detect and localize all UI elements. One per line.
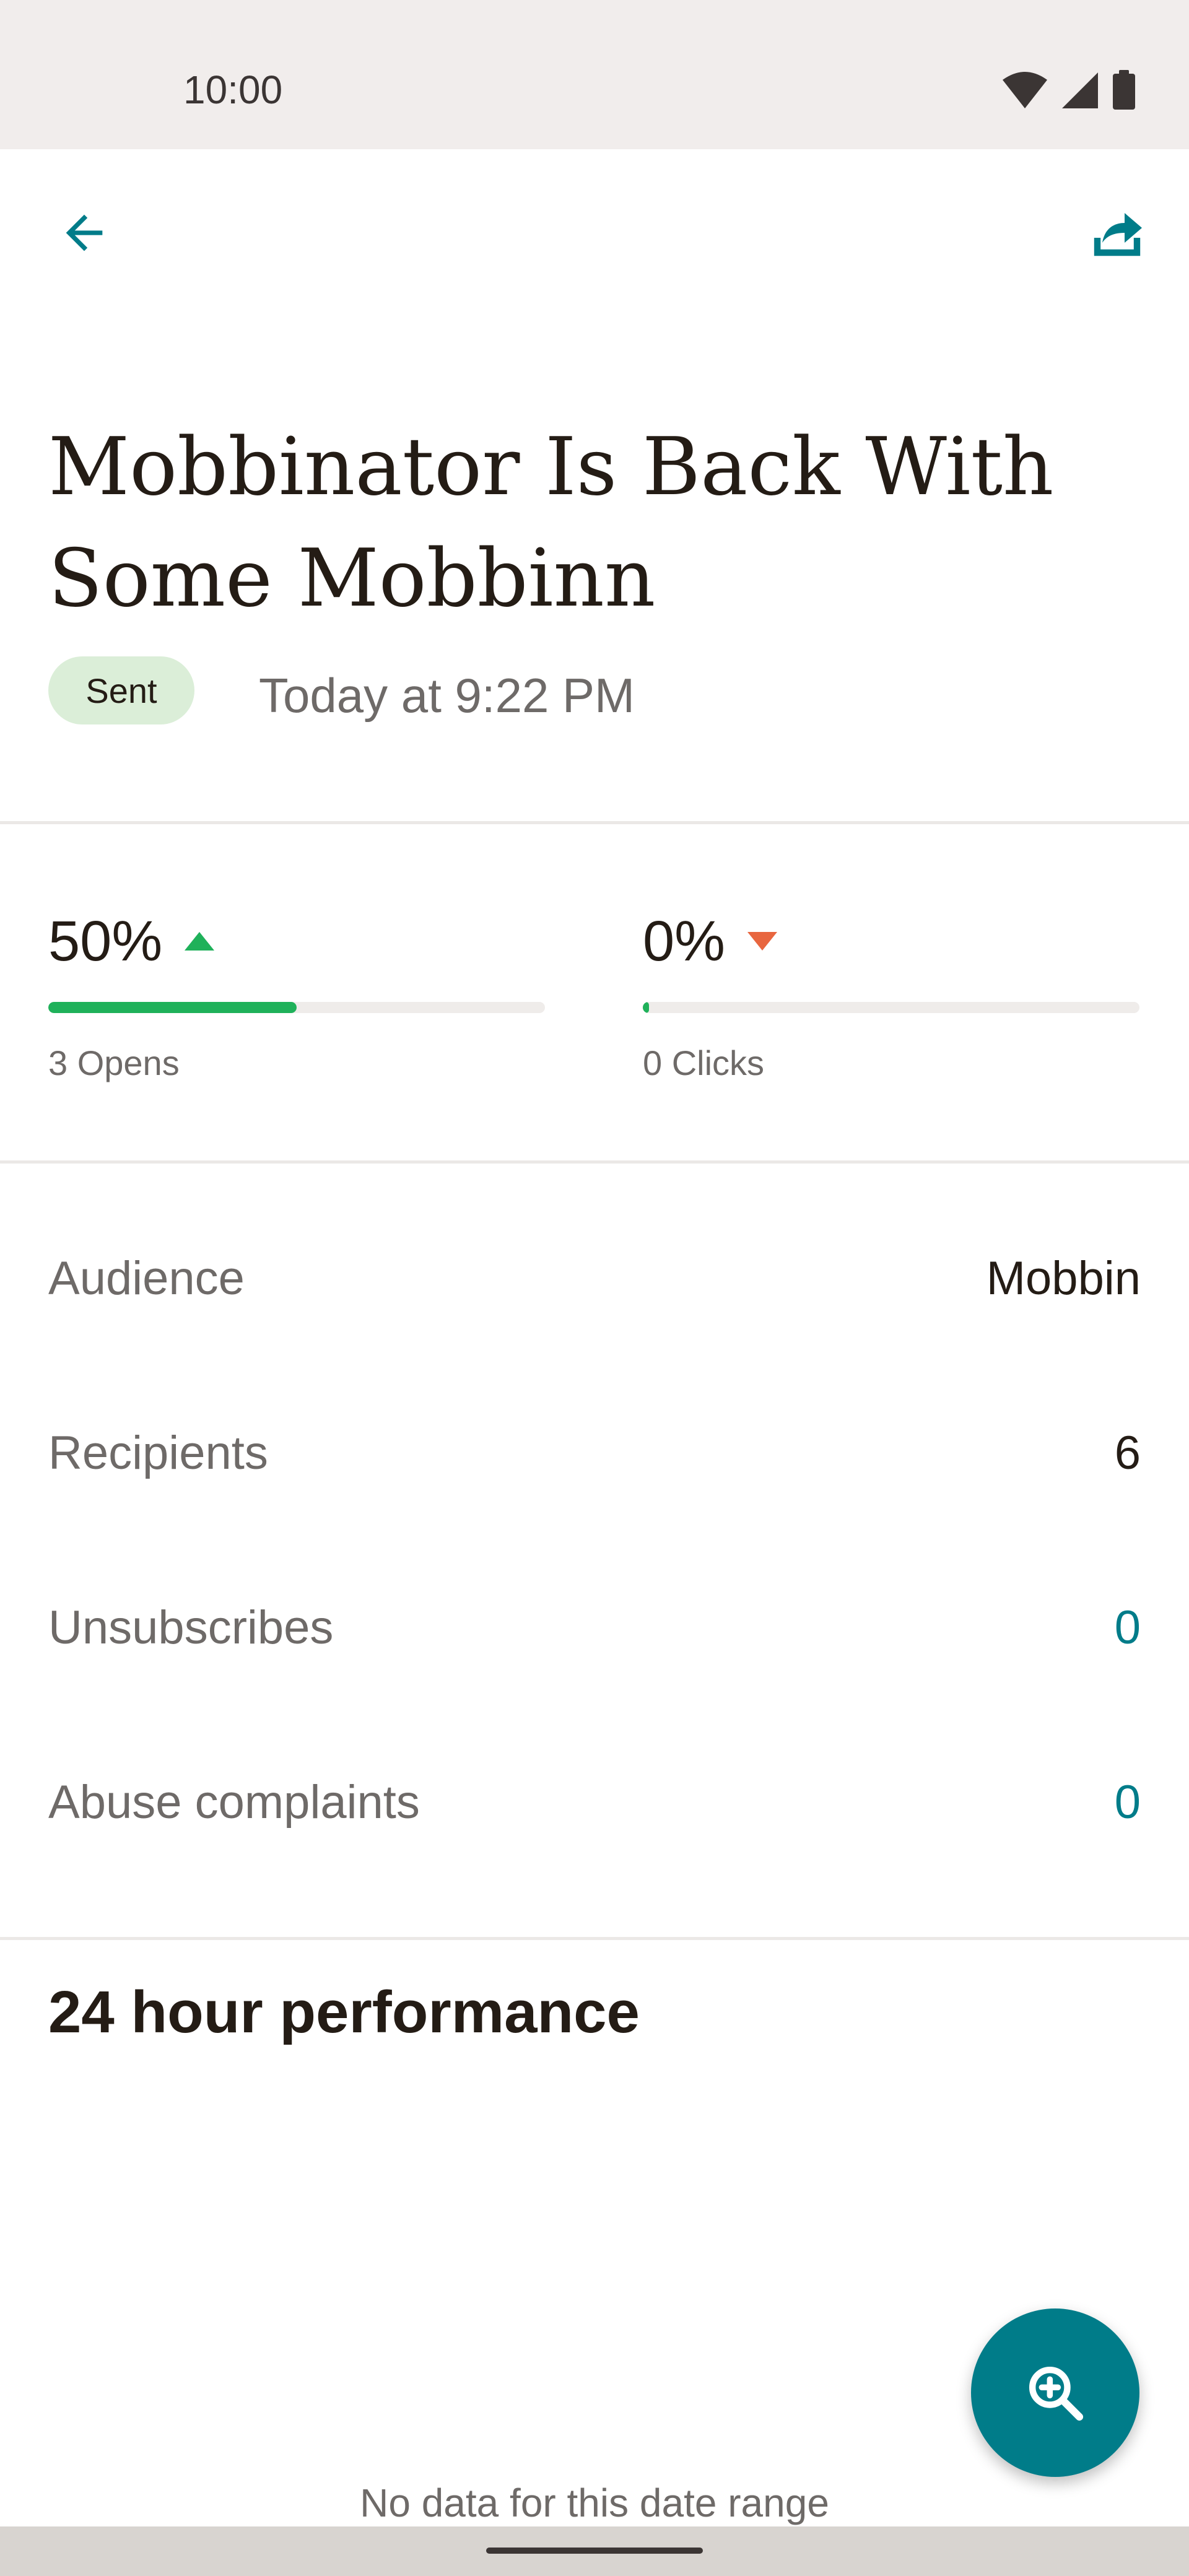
arrow-left-icon	[66, 214, 103, 251]
zoom-in-icon	[1029, 2366, 1084, 2421]
unsubscribes-row[interactable]: Unsubscribes 0	[48, 1590, 1141, 1664]
status-bar: 10:00	[0, 0, 1189, 149]
clicks-progress-bar	[643, 1002, 1139, 1013]
abuse-complaints-label: Abuse complaints	[48, 1775, 420, 1829]
recipients-row[interactable]: Recipients 6	[48, 1416, 1141, 1490]
status-icons	[1001, 68, 1136, 113]
empty-state-text: No data for this date range	[360, 2481, 829, 2525]
divider	[0, 1160, 1189, 1164]
recipients-label: Recipients	[48, 1426, 268, 1479]
status-badge: Sent	[48, 656, 194, 724]
share-button[interactable]	[1074, 189, 1161, 276]
performance-title: 24 hour performance	[48, 1979, 640, 2045]
opens-percent-row: 50%	[48, 904, 545, 978]
audience-value: Mobbin	[986, 1251, 1141, 1305]
back-button[interactable]	[41, 189, 128, 276]
wifi-icon	[1003, 72, 1047, 108]
share-icon	[1094, 213, 1142, 256]
status-time: 10:00	[183, 67, 283, 112]
audience-label: Audience	[48, 1251, 245, 1305]
divider	[0, 1937, 1189, 1940]
clicks-progress-fill	[643, 1002, 649, 1013]
signal-icon	[1062, 72, 1098, 108]
recipients-value: 6	[1114, 1426, 1141, 1479]
divider	[0, 821, 1189, 824]
clicks-label: 0 Clicks	[643, 1043, 765, 1082]
campaign-title: Mobbinator Is Back With Some Mobbinn	[48, 421, 1054, 625]
opens-progress-fill	[48, 1002, 297, 1013]
clicks-percent-row: 0%	[643, 904, 1139, 978]
unsubscribes-value[interactable]: 0	[1115, 1601, 1141, 1655]
sent-time: Today at 9:22 PM	[259, 668, 635, 723]
opens-progress-bar	[48, 1002, 545, 1013]
clicks-percent: 0%	[643, 909, 725, 973]
zoom-fab-button[interactable]	[971, 2308, 1139, 2477]
trend-up-icon	[185, 932, 215, 951]
opens-percent: 50%	[48, 909, 163, 973]
battery-icon	[1113, 70, 1135, 110]
abuse-complaints-value[interactable]: 0	[1115, 1775, 1141, 1829]
abuse-complaints-row[interactable]: Abuse complaints 0	[48, 1765, 1141, 1839]
clicks-stat[interactable]: 0% 0 Clicks	[643, 904, 1139, 1083]
trend-down-icon	[747, 932, 777, 951]
audience-row: Audience Mobbin	[48, 1241, 1141, 1315]
home-handle[interactable]	[486, 2548, 703, 2554]
opens-stat[interactable]: 50% 3 Opens	[48, 904, 545, 1083]
unsubscribes-label: Unsubscribes	[48, 1601, 334, 1654]
opens-label: 3 Opens	[48, 1043, 180, 1082]
